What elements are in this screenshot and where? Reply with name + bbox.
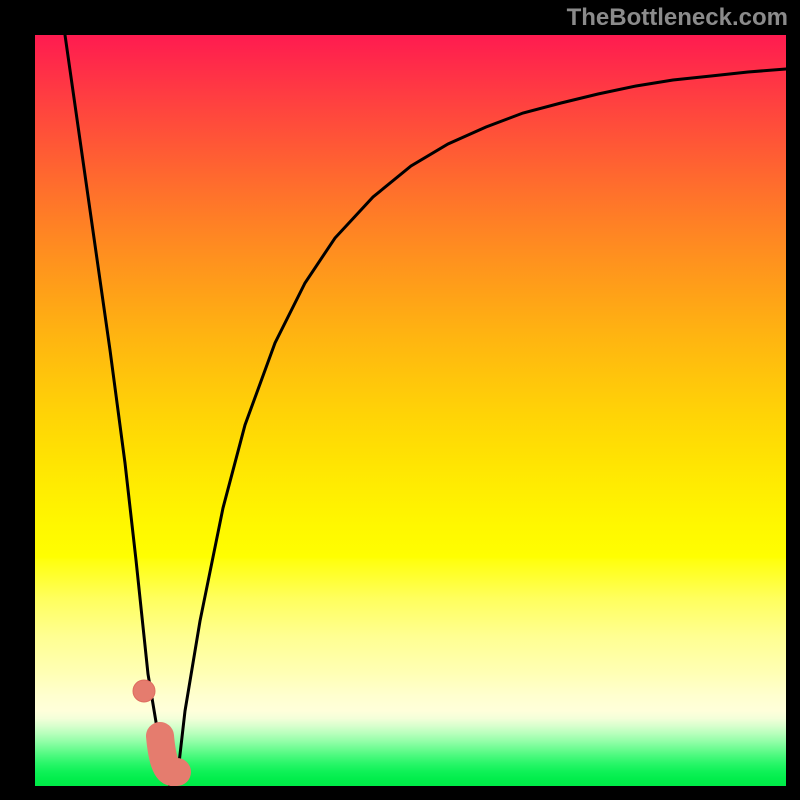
- plot-area: [35, 35, 786, 786]
- chart-frame: TheBottleneck.com: [0, 0, 800, 800]
- bottleneck-curve: [65, 35, 786, 786]
- marker-segment-b: [160, 736, 177, 772]
- chart-svg: [35, 35, 786, 786]
- marker-point-a: [133, 680, 155, 702]
- watermark-label: TheBottleneck.com: [567, 4, 788, 32]
